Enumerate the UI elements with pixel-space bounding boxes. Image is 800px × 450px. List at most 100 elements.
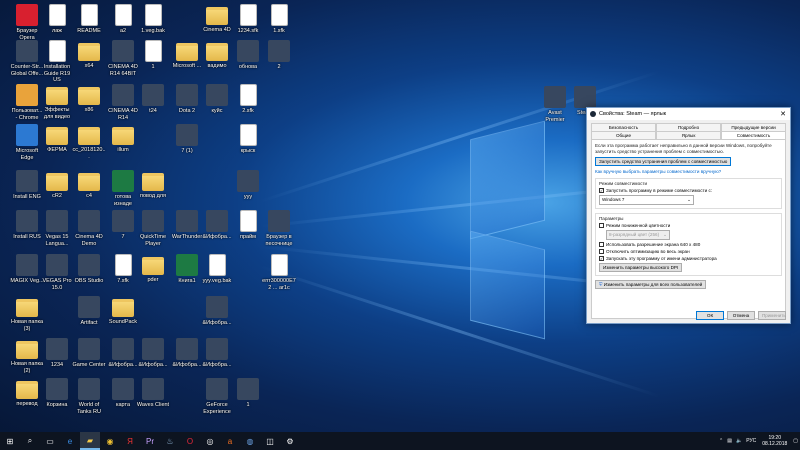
desktop-icon[interactable]: Корзина	[40, 378, 74, 409]
desktop-icon[interactable]: &Ифобра...	[170, 338, 204, 369]
desktop-icon[interactable]: cc_2018120...	[72, 124, 106, 160]
chevron-up-icon[interactable]: ⌃	[719, 438, 723, 444]
desktop-icon[interactable]: 1	[231, 378, 265, 409]
desktop-icon[interactable]: 2.sfk	[231, 84, 265, 115]
desktop-icon[interactable]: Install ENG	[10, 170, 44, 201]
desktop-icon[interactable]: ФЕРМА	[40, 124, 74, 154]
desktop-icon[interactable]: SoundPack	[106, 296, 140, 326]
compat-mode-checkbox[interactable]: ✓ Запустить программу в режиме совместим…	[599, 188, 778, 193]
desktop-icon[interactable]: куйс	[200, 84, 234, 115]
desktop-icon[interactable]: &Ифобра...	[200, 296, 234, 327]
desktop-icon[interactable]: &Ифобра...	[200, 338, 234, 369]
desktop-icon[interactable]: Браузер Opera	[10, 4, 44, 41]
search-icon[interactable]: ⌕	[20, 432, 40, 450]
desktop-icon[interactable]: 1.veg.bak	[136, 4, 170, 35]
desktop-icon[interactable]: CINEMA 4D R14 64BIT	[106, 40, 140, 77]
desktop-icon[interactable]: &Ифобра...	[106, 338, 140, 369]
premiere-icon[interactable]: Pr	[140, 432, 160, 450]
network-icon[interactable]: ▤	[727, 438, 732, 444]
edge-icon[interactable]: e	[60, 432, 80, 450]
apply-button[interactable]: Применить	[758, 311, 786, 320]
desktop-icon[interactable]: QuickTime Player	[136, 210, 170, 247]
desktop-icon[interactable]: Новая папка (3)	[10, 296, 44, 332]
desktop-icon[interactable]: Cinema 4D	[200, 4, 234, 34]
volume-icon[interactable]: 🔈	[736, 438, 742, 444]
desktop-icon[interactable]: WarThunder	[170, 210, 204, 241]
desktop-icon[interactable]: t24	[136, 84, 170, 115]
desktop-icon[interactable]: 1.sfk	[262, 4, 296, 35]
desktop-icon[interactable]: повод для	[136, 170, 170, 200]
manual-settings-link[interactable]: Как вручную выбрать параметры совместимо…	[595, 169, 782, 174]
avast-icon[interactable]: a	[220, 432, 240, 450]
desktop-icon[interactable]: OBS Studio	[72, 254, 106, 285]
desktop-icon[interactable]: World of Tanks RU	[72, 378, 106, 415]
ok-button[interactable]: ОК	[696, 311, 724, 320]
desktop-icon[interactable]: 7	[106, 210, 140, 241]
desktop-icon[interactable]: Counter-Str... Global Offe...	[10, 40, 44, 77]
desktop-icon[interactable]: Книга1	[170, 254, 204, 285]
language-indicator[interactable]: РУС	[746, 438, 756, 444]
desktop-icon[interactable]: Dota 2	[170, 84, 204, 115]
file-explorer-icon[interactable]: ▰	[80, 432, 100, 450]
desktop-icon[interactable]: VEGAS Pro 15.0	[40, 254, 74, 291]
tab-shortcut[interactable]: Ярлык	[656, 131, 721, 139]
desktop-icon[interactable]: Installation Guide R19 US	[40, 40, 74, 84]
clock[interactable]: 19:20 08.12.2018	[762, 435, 787, 447]
desktop-icon[interactable]: 7.sfk	[106, 254, 140, 285]
desktop-icon[interactable]: Браузер в песочнице	[262, 210, 296, 247]
close-icon[interactable]: ✕	[776, 110, 790, 118]
os-select[interactable]: Windows 7 ⌄	[599, 195, 694, 205]
desktop-icon[interactable]: c4	[72, 170, 106, 200]
desktop-icon[interactable]: перевод	[10, 378, 44, 408]
tab-previous-versions[interactable]: Предыдущие версии	[721, 123, 786, 131]
desktop-icon[interactable]: Пользоват... - Chrome	[10, 84, 44, 121]
reduced-color-checkbox[interactable]: Режим пониженной цветности	[599, 223, 778, 228]
desktop-icon[interactable]: Artifact	[72, 296, 106, 327]
desktop-icon[interactable]: CINEMA 4D R14	[106, 84, 140, 121]
desktop-icon[interactable]: 7 (1)	[170, 124, 204, 155]
all-users-button[interactable]: ⛨ Изменить параметры для всех пользовате…	[595, 280, 707, 289]
opera-icon[interactable]: O	[180, 432, 200, 450]
desktop-icon[interactable]: крыск	[231, 124, 265, 155]
desktop-icon[interactable]: обнова	[231, 40, 265, 71]
tab-compatibility[interactable]: Совместимость	[721, 131, 786, 139]
desktop-icon[interactable]: Waves Client	[136, 378, 170, 409]
dpi-settings-button[interactable]: Изменить параметры высокого DPI	[599, 263, 683, 272]
desktop-icon[interactable]: README	[72, 4, 106, 35]
notification-icon[interactable]: ▢	[793, 438, 798, 444]
desktop-icon[interactable]: yyy	[231, 170, 265, 201]
desktop-icon[interactable]: MAGIX Veg...	[10, 254, 44, 285]
desktop-icon[interactable]: 1234	[40, 338, 74, 369]
desktop-icon[interactable]: Эффекты для видео	[40, 84, 74, 120]
desktop-icon[interactable]: вадимо	[200, 40, 234, 70]
desktop-icon[interactable]: GeForce Experience	[200, 378, 234, 415]
desktop-icon[interactable]: Vegas 15 Langua...	[40, 210, 74, 247]
chrome-icon[interactable]: ◉	[100, 432, 120, 450]
desktop-icon[interactable]: Game Center	[72, 338, 106, 369]
desktop-icon[interactable]: Новая папка (2)	[10, 338, 44, 374]
settings-icon[interactable]: ⚙	[280, 432, 300, 450]
desktop-icon[interactable]: cR2	[40, 170, 74, 200]
desktop-icon[interactable]: a2	[106, 4, 140, 35]
desktop-icon[interactable]: Microsoft Edge	[10, 124, 44, 161]
run-as-admin-checkbox[interactable]: ✓ Запускать эту программу от имени админ…	[599, 256, 778, 261]
desktop-icon[interactable]: Avast Premier	[538, 86, 572, 123]
tab-security[interactable]: Безопасность	[591, 123, 656, 131]
task-view-icon[interactable]: ▭	[40, 432, 60, 450]
desktop-icon[interactable]: 1234.sfk	[231, 4, 265, 35]
desktop-icon[interactable]: 1	[136, 40, 170, 71]
tab-details[interactable]: Подробно	[656, 123, 721, 131]
windows-icon[interactable]: ⊞	[0, 432, 20, 450]
desktop-icon[interactable]: errr300000E72 ... ar1c	[262, 254, 296, 291]
explorer-icon[interactable]: ◫	[260, 432, 280, 450]
desktop-icon[interactable]: карта	[106, 378, 140, 409]
desktop-icon[interactable]: x86	[72, 84, 106, 114]
obs-icon[interactable]: ◎	[200, 432, 220, 450]
desktop-icon[interactable]: Microsoft ...	[170, 40, 204, 70]
desktop-icon[interactable]: yyy.veg.bak	[200, 254, 234, 285]
troubleshoot-button[interactable]: Запустить средство устранения проблем с …	[595, 157, 732, 166]
desktop-icon[interactable]: прайм	[231, 210, 265, 241]
tab-general[interactable]: Общие	[591, 131, 656, 139]
desktop-icon[interactable]: Cinema 4D Demo	[72, 210, 106, 247]
steam-icon[interactable]: ♨	[160, 432, 180, 450]
